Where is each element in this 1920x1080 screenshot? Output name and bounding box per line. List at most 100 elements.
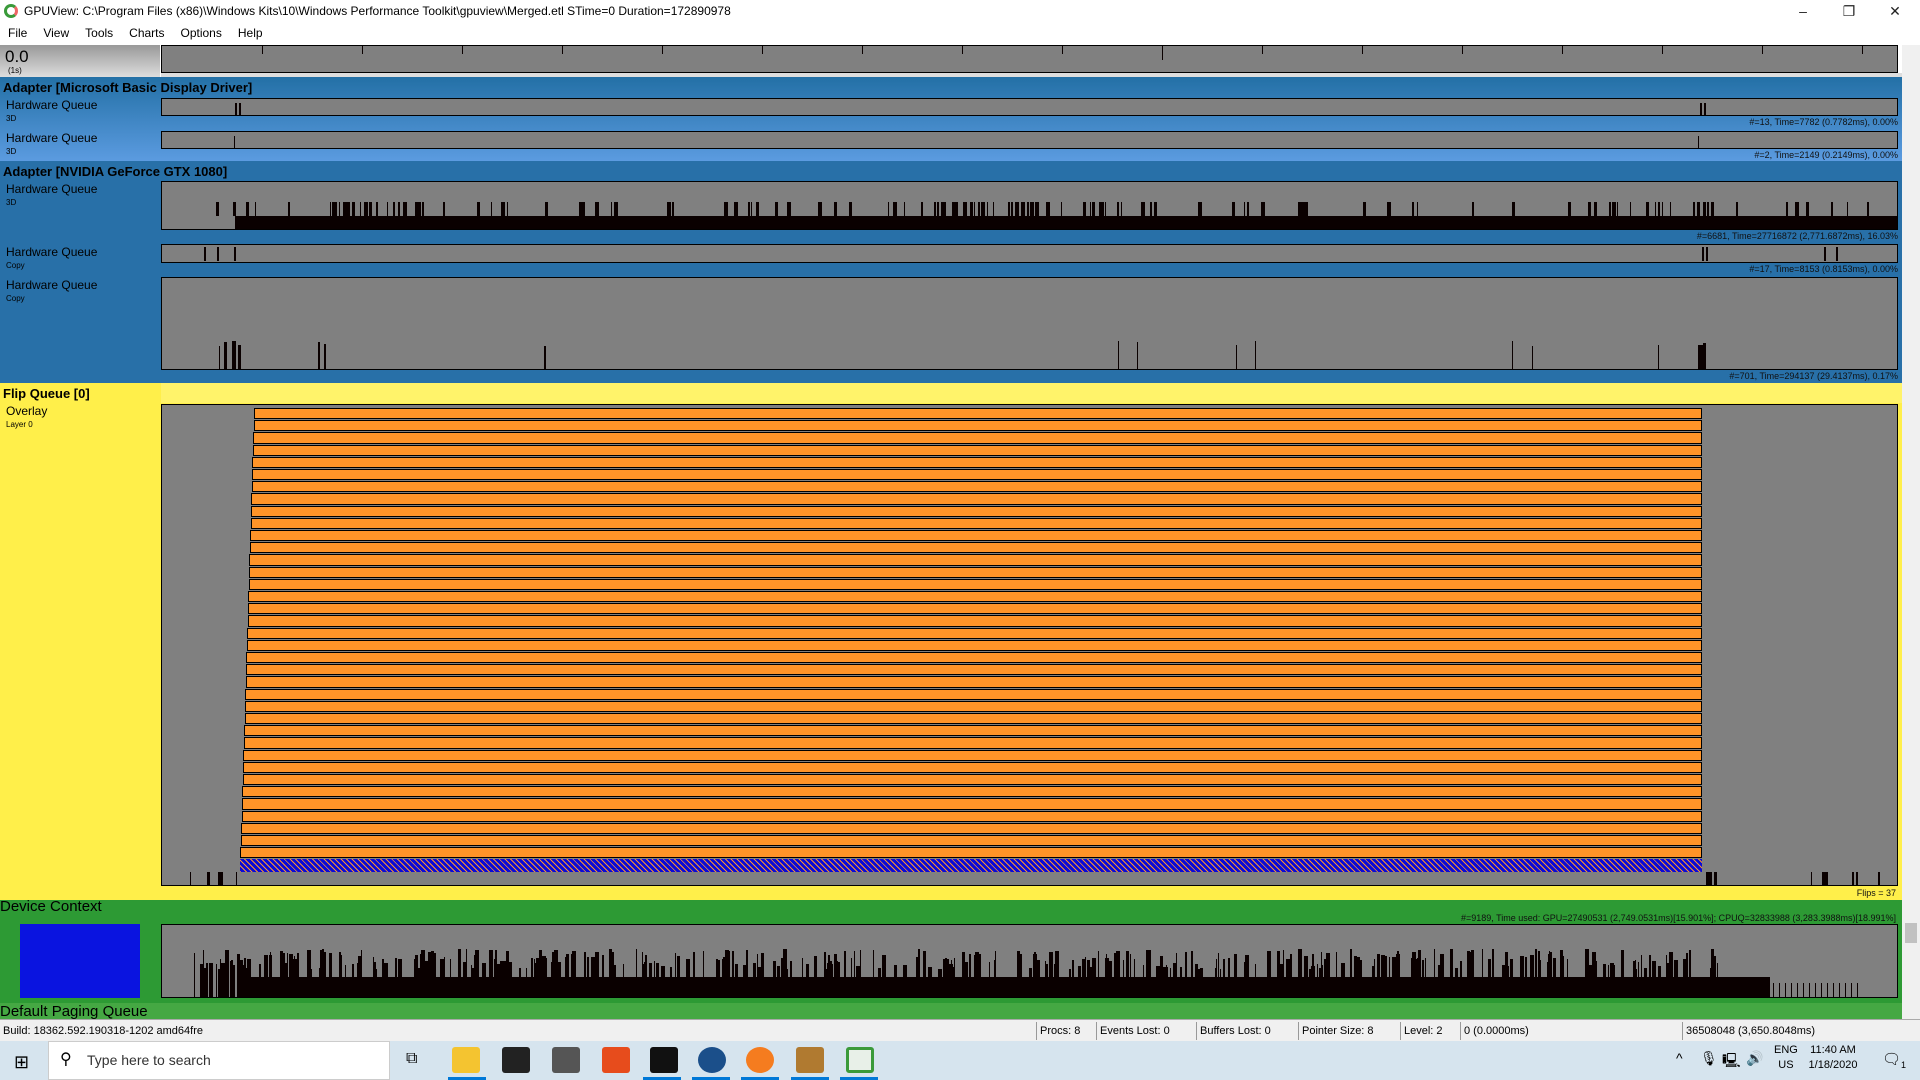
restore-button[interactable]: ❐ — [1826, 0, 1872, 22]
event-tick — [346, 202, 349, 216]
event-tick — [1773, 983, 1774, 997]
flip-bar[interactable] — [252, 469, 1702, 481]
clock[interactable]: 11:40 AM 1/18/2020 — [1808, 1044, 1858, 1071]
flip-bar[interactable] — [252, 481, 1702, 493]
menu-help[interactable]: Help — [230, 22, 271, 44]
vertical-scrollbar[interactable] — [1902, 45, 1920, 1019]
flip-bar[interactable] — [250, 542, 1702, 554]
flip-bar[interactable] — [242, 786, 1702, 798]
event-tick — [1323, 958, 1328, 997]
close-button[interactable]: ✕ — [1872, 0, 1918, 22]
flip-bar[interactable] — [249, 554, 1702, 566]
mail-icon[interactable] — [552, 1047, 580, 1073]
office-icon[interactable] — [602, 1047, 630, 1073]
notifications-icon[interactable]: 🗨1 — [1882, 1050, 1906, 1070]
flip-bar[interactable] — [247, 627, 1702, 639]
flip-bar[interactable] — [240, 847, 1702, 859]
flip-bar[interactable] — [243, 774, 1702, 786]
event-tick — [1519, 955, 1524, 997]
flip-bar[interactable] — [247, 639, 1702, 651]
event-tick — [1669, 202, 1671, 216]
queue-track[interactable] — [161, 131, 1898, 149]
event-tick — [1644, 967, 1648, 997]
flip-bar[interactable] — [245, 688, 1702, 700]
event-tick — [1434, 949, 1436, 997]
network-icon[interactable]: 🖳 — [1722, 1050, 1741, 1074]
flip-bar[interactable] — [249, 578, 1702, 590]
device-context-track[interactable] — [161, 924, 1898, 998]
language-indicator[interactable]: ENG US — [1774, 1044, 1798, 1071]
flip-bar[interactable] — [254, 420, 1702, 432]
menu-file[interactable]: File — [0, 22, 35, 44]
flip-bar[interactable] — [248, 591, 1702, 603]
event-tick — [1142, 965, 1144, 997]
title-bar: GPUView: C:\Program Files (x86)\Windows … — [0, 0, 1920, 22]
event-tick — [1471, 967, 1473, 997]
event-tick — [602, 954, 605, 997]
menu-view[interactable]: View — [35, 22, 77, 44]
queue-track[interactable] — [161, 244, 1898, 263]
time-ruler[interactable] — [161, 45, 1898, 73]
flip-queue-track[interactable] — [161, 404, 1898, 886]
volume-icon[interactable]: 🔊 — [1746, 1050, 1763, 1067]
terminal-icon[interactable] — [650, 1047, 678, 1073]
queue-track[interactable] — [161, 98, 1898, 116]
flip-bar[interactable] — [250, 530, 1702, 542]
counter-strike-icon[interactable] — [796, 1047, 824, 1073]
event-tick — [790, 961, 793, 997]
tray-chevron-icon[interactable]: ^ — [1676, 1050, 1683, 1066]
flip-bar[interactable] — [245, 700, 1702, 712]
flip-bar[interactable] — [253, 444, 1702, 456]
flip-bar[interactable] — [246, 652, 1702, 664]
windows-start-icon[interactable]: ⊞ — [14, 1052, 29, 1073]
flip-bar[interactable] — [248, 603, 1702, 615]
queue-track[interactable] — [161, 181, 1898, 230]
flip-bar[interactable] — [242, 810, 1702, 822]
event-tick — [1704, 103, 1706, 115]
flip-bar[interactable] — [242, 798, 1702, 810]
flip-bar[interactable] — [253, 432, 1702, 444]
window-title: GPUView: C:\Program Files (x86)\Windows … — [24, 4, 731, 18]
flip-bar[interactable] — [244, 725, 1702, 737]
task-view-icon[interactable]: ⧉ — [406, 1050, 417, 1068]
menu-bar: File View Tools Charts Options Help — [0, 22, 1920, 44]
flip-bar[interactable] — [251, 517, 1702, 529]
flip-bar[interactable] — [246, 664, 1702, 676]
minimize-button[interactable]: – — [1780, 0, 1826, 22]
event-tick — [1617, 202, 1619, 216]
event-tick — [1017, 202, 1020, 216]
gpuview-taskbar-icon[interactable] — [846, 1047, 874, 1073]
steam-icon[interactable] — [698, 1047, 726, 1073]
scrollbar-thumb[interactable] — [1905, 923, 1917, 943]
menu-charts[interactable]: Charts — [121, 22, 172, 44]
range-time: 36508048 (3,650.8048ms) — [1682, 1022, 1902, 1040]
flip-bar[interactable] — [248, 615, 1702, 627]
flip-bar[interactable] — [241, 822, 1702, 834]
event-tick — [962, 46, 963, 54]
store-icon[interactable] — [502, 1047, 530, 1073]
menu-tools[interactable]: Tools — [77, 22, 121, 44]
flip-bar[interactable] — [251, 493, 1702, 505]
flip-bar[interactable] — [241, 835, 1702, 847]
flip-bar[interactable] — [245, 713, 1702, 725]
flip-bar[interactable] — [243, 761, 1702, 773]
firefox-icon[interactable] — [746, 1047, 774, 1073]
flip-bar[interactable] — [251, 505, 1702, 517]
flip-bar[interactable] — [244, 737, 1702, 749]
event-tick — [333, 202, 338, 216]
event-tick — [993, 959, 996, 997]
flip-bar[interactable] — [249, 566, 1702, 578]
flip-bar[interactable] — [252, 456, 1702, 468]
microphone-icon[interactable]: 🎙 — [1700, 1050, 1718, 1067]
flip-bar[interactable] — [246, 676, 1702, 688]
taskbar-search[interactable]: Type here to search — [48, 1041, 390, 1080]
file-explorer-icon[interactable] — [452, 1047, 480, 1073]
event-tick — [387, 202, 389, 216]
event-tick — [1184, 952, 1187, 997]
event-tick — [1460, 961, 1463, 997]
menu-options[interactable]: Options — [173, 22, 230, 44]
flip-bar[interactable] — [254, 408, 1702, 420]
queue-track[interactable] — [161, 277, 1898, 370]
flip-bar[interactable] — [243, 749, 1702, 761]
event-tick — [349, 202, 351, 216]
